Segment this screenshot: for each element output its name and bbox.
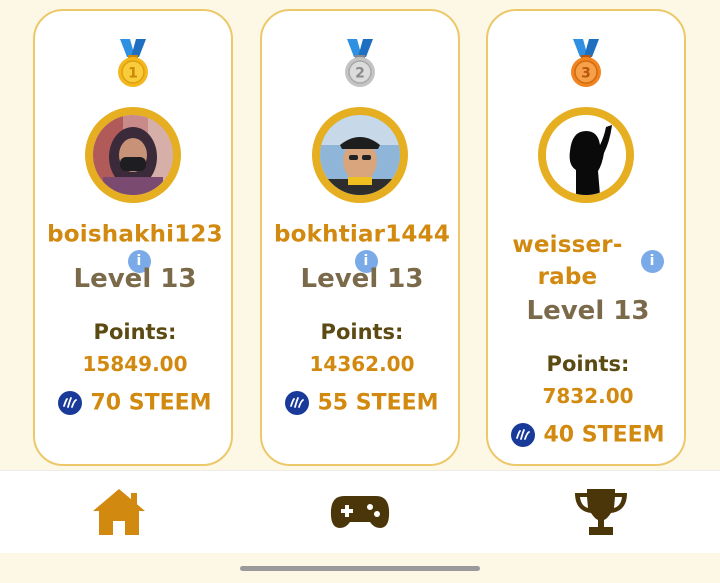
reward-text: 70 STEEM xyxy=(90,390,212,416)
trophy-icon xyxy=(575,489,627,535)
leaderboard-card-rank-1[interactable]: 1 boishakhi123i Level 13 Points: 15849.0… xyxy=(33,9,233,466)
leaderboard-card-rank-3[interactable]: 3 weisser- rabe i Level 13 Points: 7832.… xyxy=(486,9,686,466)
steem-coin-icon xyxy=(511,423,536,447)
level-label: Level 13 xyxy=(300,264,424,294)
nav-home-button[interactable] xyxy=(89,485,149,539)
reward-text: 55 STEEM xyxy=(317,390,439,416)
points-label: Points: xyxy=(93,320,177,344)
medal-icon: 3 xyxy=(571,39,601,87)
steem-coin-icon xyxy=(285,391,310,415)
info-icon[interactable]: i xyxy=(640,249,664,273)
leaderboard: 1 boishakhi123 i Level 13 Points: 15849.0… xyxy=(0,0,720,470)
nav-game-button[interactable] xyxy=(330,485,390,539)
avatar[interactable] xyxy=(85,107,181,203)
points-label: Points: xyxy=(320,320,404,344)
points-value: 7832.00 xyxy=(542,384,634,408)
username-text-line-1: weisser- xyxy=(512,232,623,258)
steem-reward: 70 STEEM xyxy=(35,390,235,416)
username: weisser- rabe i xyxy=(488,229,688,293)
reward-text: 40 STEEM xyxy=(543,422,665,448)
avatar[interactable] xyxy=(538,107,634,203)
medal-icon: 2 xyxy=(345,39,375,87)
username-text: boishakhi123 xyxy=(47,221,223,248)
points-value: 15849.00 xyxy=(82,352,188,376)
username-text: bokhtiar1444 xyxy=(273,221,451,248)
points-value: 14362.00 xyxy=(309,352,415,376)
medal-rank-label: 1 xyxy=(128,66,138,82)
leaderboard-card-rank-2[interactable]: 2 bokhtiar1444i Level 13 Points: 14362.0… xyxy=(260,9,460,466)
steem-coin-icon xyxy=(58,391,83,415)
steem-reward: 40 STEEM xyxy=(488,422,688,448)
home-icon xyxy=(93,489,145,535)
level-label: Level 13 xyxy=(526,296,650,326)
points-label: Points: xyxy=(546,352,630,376)
medal-rank-label: 3 xyxy=(581,66,591,82)
medal-icon: 1 xyxy=(118,39,148,87)
bottom-nav xyxy=(0,470,720,553)
avatar[interactable] xyxy=(312,107,408,203)
home-indicator[interactable] xyxy=(240,566,480,571)
gamepad-icon xyxy=(330,496,390,528)
username-text-line-2: rabe xyxy=(537,264,598,290)
level-label: Level 13 xyxy=(73,264,197,294)
steem-reward: 55 STEEM xyxy=(262,390,462,416)
nav-trophy-button[interactable] xyxy=(571,485,631,539)
medal-rank-label: 2 xyxy=(355,66,365,82)
